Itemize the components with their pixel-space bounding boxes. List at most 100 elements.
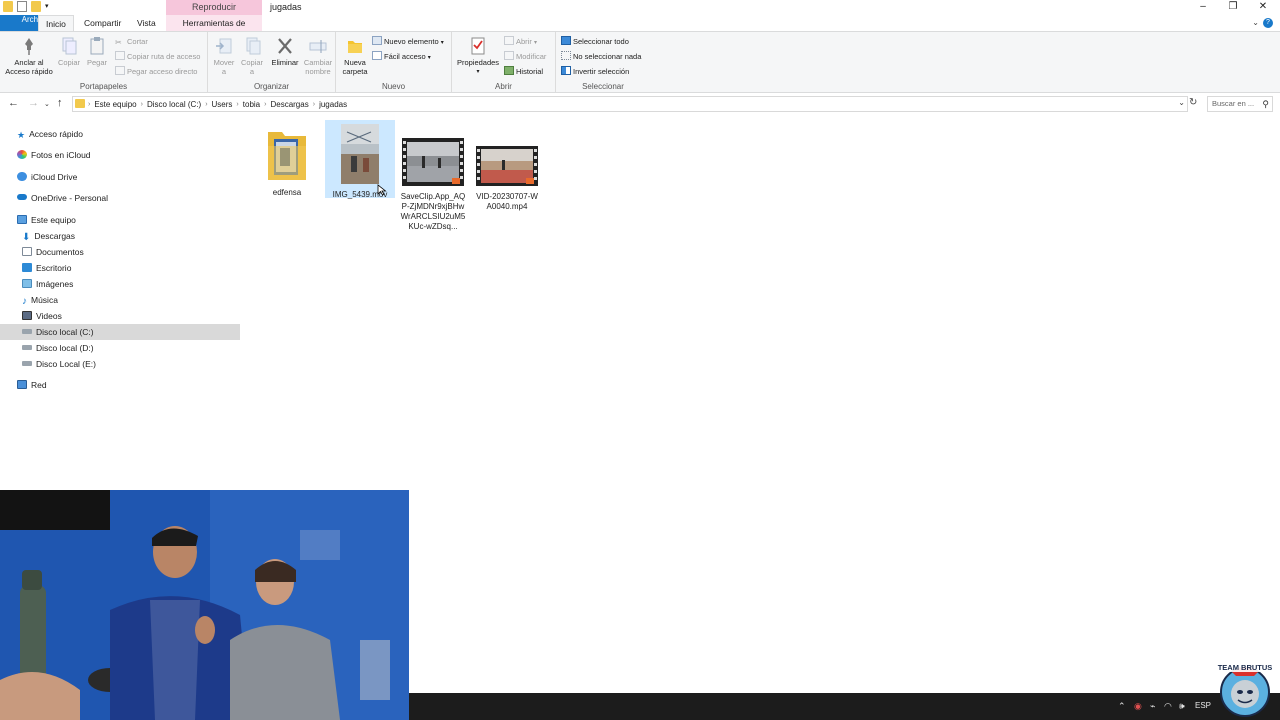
antivirus-icon[interactable]: ◉: [1134, 701, 1142, 712]
chevron-down-icon[interactable]: ⌄: [1178, 98, 1185, 107]
chevron-up-icon[interactable]: ⌃: [1118, 701, 1126, 712]
history-button[interactable]: Historial: [504, 66, 543, 78]
address-row: ← → ⌄ ↑ › Este equipo › Disco local (C:)…: [0, 94, 1280, 114]
back-button[interactable]: ←: [8, 97, 19, 109]
cloud-icon: [17, 172, 27, 181]
file-item-video[interactable]: SaveClip.App_AQP-ZjMDNr9xjBHwWrARCLSIU2u…: [398, 134, 468, 232]
nav-item-network[interactable]: Red: [17, 377, 47, 393]
network-tray-icon[interactable]: ⌁: [1150, 701, 1155, 712]
nav-label: Este equipo: [31, 215, 76, 225]
properties-button[interactable]: Propiedades ▾: [456, 35, 500, 76]
nav-item-disk-d[interactable]: Disco local (D:): [22, 340, 94, 356]
computer-icon: [17, 215, 27, 224]
nav-label: Disco local (C:): [36, 327, 94, 337]
rename-button[interactable]: Cambiar nombre: [302, 35, 334, 76]
cut-button[interactable]: ✂ Cortar: [115, 36, 148, 48]
select-none-label: No seleccionar nada: [573, 52, 642, 61]
nav-item-disk-c[interactable]: Disco local (C:): [0, 324, 240, 340]
nav-item-desktop[interactable]: Escritorio: [22, 260, 71, 276]
copy-button[interactable]: Copiar: [56, 35, 82, 68]
crumb-jugadas[interactable]: jugadas: [316, 100, 350, 109]
crumb-downloads[interactable]: Descargas: [267, 100, 311, 109]
nav-label: Descargas: [34, 231, 76, 241]
copy-path-icon: [115, 51, 125, 60]
nav-item-pictures[interactable]: Imágenes: [22, 276, 73, 292]
new-folder-icon[interactable]: [31, 1, 41, 12]
easy-access-label: Fácil acceso: [384, 52, 426, 61]
tab-share[interactable]: Compartir: [77, 15, 128, 31]
nav-item-documents[interactable]: Documentos: [22, 244, 84, 260]
tab-video-tools[interactable]: Herramientas de vídeo: [166, 15, 262, 44]
select-all-icon: [561, 36, 571, 45]
maximize-button[interactable]: ❐: [1218, 0, 1248, 15]
search-placeholder: Buscar en ...: [1212, 99, 1255, 108]
nav-item-icloud-drive[interactable]: iCloud Drive: [17, 169, 77, 185]
crumb-user[interactable]: tobia: [240, 100, 263, 109]
paste-shortcut-button[interactable]: Pegar acceso directo: [115, 66, 197, 78]
nav-label: Escritorio: [36, 263, 72, 273]
file-item-folder[interactable]: edfensa: [252, 122, 322, 198]
crumb-this-pc[interactable]: Este equipo: [91, 100, 139, 109]
nav-item-disk-e[interactable]: Disco Local (E:): [22, 356, 96, 372]
minimize-button[interactable]: –: [1188, 0, 1218, 15]
new-folder-button[interactable]: Nueva carpeta: [340, 35, 370, 76]
new-item-button[interactable]: Nuevo elemento ▾: [372, 36, 444, 48]
delete-button[interactable]: Eliminar: [270, 35, 300, 68]
ribbon-tabs: Archivo Inicio Compartir Vista Herramien…: [0, 15, 1280, 44]
up-button[interactable]: ↑: [57, 97, 63, 109]
chevron-down-icon[interactable]: ⌄: [1252, 18, 1259, 27]
nav-item-icloud-photos[interactable]: Fotos en iCloud: [17, 147, 91, 163]
nav-item-videos[interactable]: Videos: [22, 308, 62, 324]
nav-item-downloads[interactable]: ⬇ Descargas: [22, 228, 75, 244]
video-thumbnail: [341, 124, 379, 184]
chevron-down-icon: ▾: [476, 68, 480, 75]
move-to-button[interactable]: Mover a: [211, 35, 237, 76]
edit-button[interactable]: Modificar: [504, 51, 546, 63]
easy-access-button[interactable]: Fácil acceso ▾: [372, 51, 431, 63]
nav-item-quick-access[interactable]: ★ Acceso rápido: [17, 126, 83, 142]
file-name: SaveClip.App_AQP-ZjMDNr9xjBHwWrARCLSIU2u…: [400, 192, 466, 231]
tab-home[interactable]: Inicio: [38, 15, 74, 31]
open-button[interactable]: Abrir ▾: [504, 36, 537, 48]
help-icon[interactable]: ?: [1263, 18, 1273, 28]
nav-item-this-pc[interactable]: Este equipo: [17, 212, 76, 228]
copy-to-button[interactable]: Copiar a: [239, 35, 265, 76]
nav-item-music[interactable]: ♪ Música: [22, 292, 58, 308]
pin-quick-access-button[interactable]: Anclar al Acceso rápido: [3, 35, 55, 76]
address-bar[interactable]: › Este equipo › Disco local (C:) › Users…: [72, 96, 1188, 112]
logo-badge: TEAM BRUTUS: [1216, 662, 1274, 717]
wifi-icon[interactable]: ◠: [1164, 701, 1172, 712]
mouse-cursor-icon: [377, 184, 387, 196]
tab-view[interactable]: Vista: [130, 15, 163, 31]
select-all-button[interactable]: Seleccionar todo: [561, 36, 629, 48]
delete-icon: [278, 38, 292, 54]
file-name: VID-20230707-WA0040.mp4: [476, 192, 538, 211]
paste-button[interactable]: Pegar: [84, 35, 110, 68]
forward-button[interactable]: →: [28, 97, 39, 109]
group-label-clipboard: Portapapeles: [79, 82, 128, 91]
close-button[interactable]: ✕: [1248, 0, 1278, 15]
language-indicator[interactable]: ESP: [1195, 701, 1211, 710]
recent-locations-chevron-icon[interactable]: ⌄: [44, 100, 50, 108]
open-icon: [504, 36, 514, 45]
pictures-icon: [22, 279, 32, 288]
crumb-users[interactable]: Users: [209, 100, 236, 109]
nav-item-onedrive[interactable]: OneDrive - Personal: [17, 190, 108, 206]
new-item-label: Nuevo elemento: [384, 37, 439, 46]
select-none-button[interactable]: No seleccionar nada: [561, 51, 641, 63]
copy-icon: [62, 37, 77, 55]
invert-selection-button[interactable]: Invertir selección: [561, 66, 629, 78]
copy-path-button[interactable]: Copiar ruta de acceso: [115, 51, 200, 63]
context-tab-play[interactable]: Reproducir: [166, 0, 262, 15]
crumb-disk-c[interactable]: Disco local (C:): [144, 100, 204, 109]
download-arrow-icon: ⬇: [22, 232, 31, 243]
refresh-icon[interactable]: ↻: [1189, 97, 1197, 108]
search-input[interactable]: Buscar en ... ⚲: [1207, 96, 1273, 112]
chevron-down-icon[interactable]: ▾: [45, 1, 53, 12]
nav-label: Red: [31, 380, 47, 390]
history-label: Historial: [516, 67, 544, 76]
file-item-video[interactable]: VID-20230707-WA0040.mp4: [472, 142, 542, 212]
invert-selection-icon: [561, 66, 571, 75]
volume-icon[interactable]: 🕪: [1179, 701, 1185, 712]
properties-icon[interactable]: [17, 1, 27, 12]
